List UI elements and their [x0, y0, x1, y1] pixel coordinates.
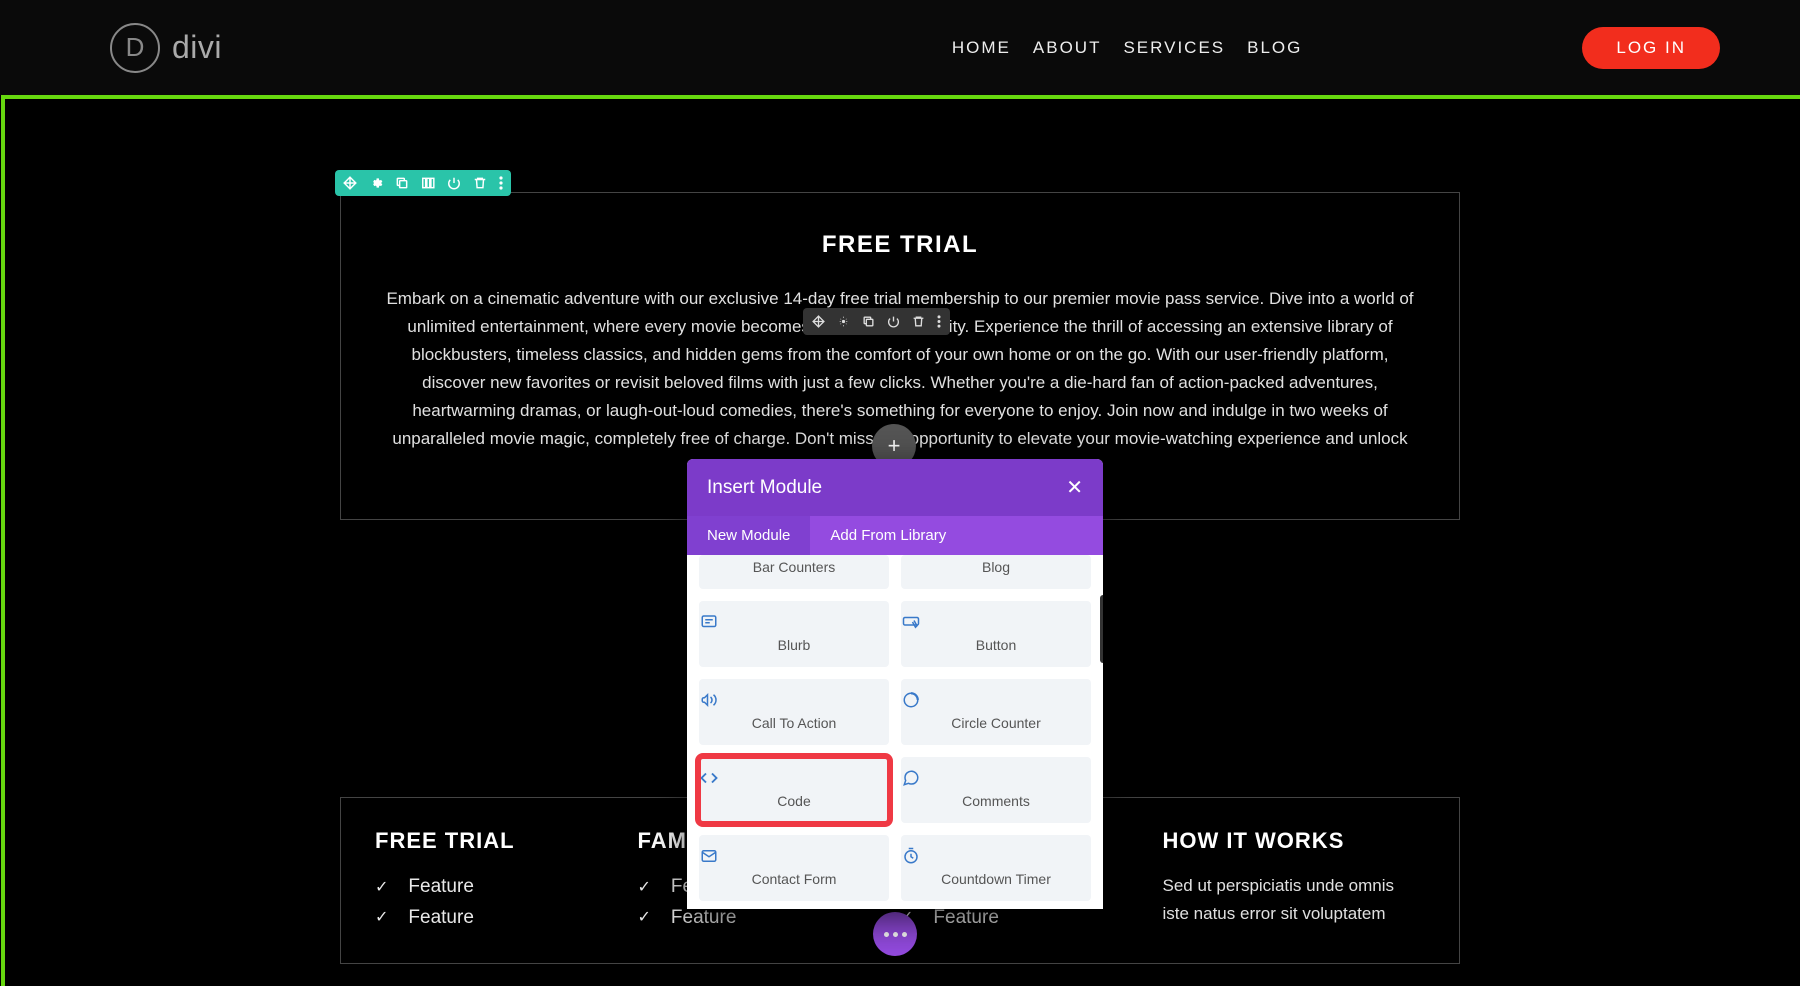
module-label: Blog — [901, 559, 1091, 575]
check-icon: ✓ — [638, 875, 651, 901]
move-icon[interactable] — [343, 176, 357, 190]
megaphone-icon — [699, 691, 889, 709]
module-label: Comments — [901, 793, 1091, 809]
module-countdown-timer[interactable]: Countdown Timer — [901, 835, 1091, 901]
nav-about[interactable]: ABOUT — [1033, 38, 1102, 58]
builder-fab[interactable] — [873, 912, 917, 956]
logo[interactable]: D divi — [90, 13, 242, 83]
check-icon: ✓ — [375, 905, 388, 931]
nav-home[interactable]: HOME — [952, 38, 1011, 58]
timer-icon — [901, 847, 1091, 865]
close-icon[interactable]: ✕ — [1066, 475, 1083, 500]
plan-title: HOW IT WORKS — [1163, 828, 1416, 854]
module-comments[interactable]: Comments — [901, 757, 1091, 823]
module-label: Bar Counters — [699, 559, 889, 575]
section-highlight-left — [1, 95, 5, 986]
plan-col-how-it-works: HOW IT WORKS Sed ut perspiciatis unde om… — [1163, 828, 1426, 933]
duplicate-icon[interactable] — [862, 315, 875, 328]
feature-label: Feature — [408, 903, 473, 933]
insert-module-popup: Insert Module ✕ New Module Add From Libr… — [687, 459, 1103, 909]
move-icon[interactable] — [812, 315, 825, 328]
button-icon — [901, 613, 1091, 631]
duplicate-icon[interactable] — [395, 176, 409, 190]
module-label: Button — [901, 637, 1091, 653]
module-label: Countdown Timer — [901, 871, 1091, 887]
plan-col-free-trial: FREE TRIAL ✓ Feature ✓ Feature — [375, 828, 638, 933]
check-icon: ✓ — [375, 875, 388, 901]
module-label: Circle Counter — [901, 715, 1091, 731]
module-label: Blurb — [699, 637, 889, 653]
module-circle-counter[interactable]: Circle Counter — [901, 679, 1091, 745]
gear-icon[interactable] — [369, 176, 383, 190]
mail-icon — [699, 847, 889, 865]
section-toolbar — [335, 170, 511, 196]
module-blurb[interactable]: Blurb — [699, 601, 889, 667]
power-icon[interactable] — [447, 176, 461, 190]
code-icon — [699, 769, 889, 787]
module-contact-form[interactable]: Contact Form — [699, 835, 889, 901]
module-toolbar — [803, 308, 950, 335]
nav-services[interactable]: SERVICES — [1123, 38, 1225, 58]
module-button[interactable]: Button — [901, 601, 1091, 667]
nav: HOME ABOUT SERVICES BLOG — [952, 38, 1302, 58]
power-icon[interactable] — [887, 315, 900, 328]
popup-title: Insert Module — [707, 477, 822, 499]
blurb-icon — [699, 613, 889, 631]
gear-icon[interactable] — [837, 315, 850, 328]
module-label: Call To Action — [699, 715, 889, 731]
trash-icon[interactable] — [473, 176, 487, 190]
module-label: Code — [699, 793, 889, 809]
login-button[interactable]: LOG IN — [1582, 27, 1720, 69]
module-label: Contact Form — [699, 871, 889, 887]
module-call-to-action[interactable]: Call To Action — [699, 679, 889, 745]
feature-row: ✓ Feature — [375, 903, 628, 933]
popup-body: Bar Counters Blog Blurb Button Call To A… — [687, 555, 1103, 909]
scrollbar[interactable] — [1100, 595, 1103, 663]
tab-new-module[interactable]: New Module — [687, 516, 810, 555]
tab-add-from-library[interactable]: Add From Library — [810, 516, 966, 555]
popup-tabs: New Module Add From Library — [687, 516, 1103, 555]
trial-title: FREE TRIAL — [371, 231, 1429, 259]
plan-title: FREE TRIAL — [375, 828, 628, 854]
logo-icon: D — [110, 23, 160, 73]
dots-icon — [884, 932, 907, 937]
how-text: Sed ut perspiciatis unde omnis iste natu… — [1163, 872, 1416, 926]
trash-icon[interactable] — [912, 315, 925, 328]
feature-row: ✓ Feature — [375, 872, 628, 902]
circle-counter-icon — [901, 691, 1091, 709]
feature-label: Feature — [408, 872, 473, 902]
popup-header[interactable]: Insert Module ✕ — [687, 459, 1103, 516]
module-blog[interactable]: Blog — [901, 555, 1091, 589]
nav-blog[interactable]: BLOG — [1247, 38, 1302, 58]
section-highlight-top — [5, 95, 1800, 99]
logo-text: divi — [172, 29, 222, 66]
more-icon[interactable] — [499, 176, 503, 190]
check-icon: ✓ — [638, 905, 651, 931]
comments-icon — [901, 769, 1091, 787]
module-bar-counters[interactable]: Bar Counters — [699, 555, 889, 589]
more-icon[interactable] — [937, 315, 941, 328]
columns-icon[interactable] — [421, 176, 435, 190]
header: D divi HOME ABOUT SERVICES BLOG LOG IN — [0, 0, 1800, 95]
module-code[interactable]: Code — [699, 757, 889, 823]
